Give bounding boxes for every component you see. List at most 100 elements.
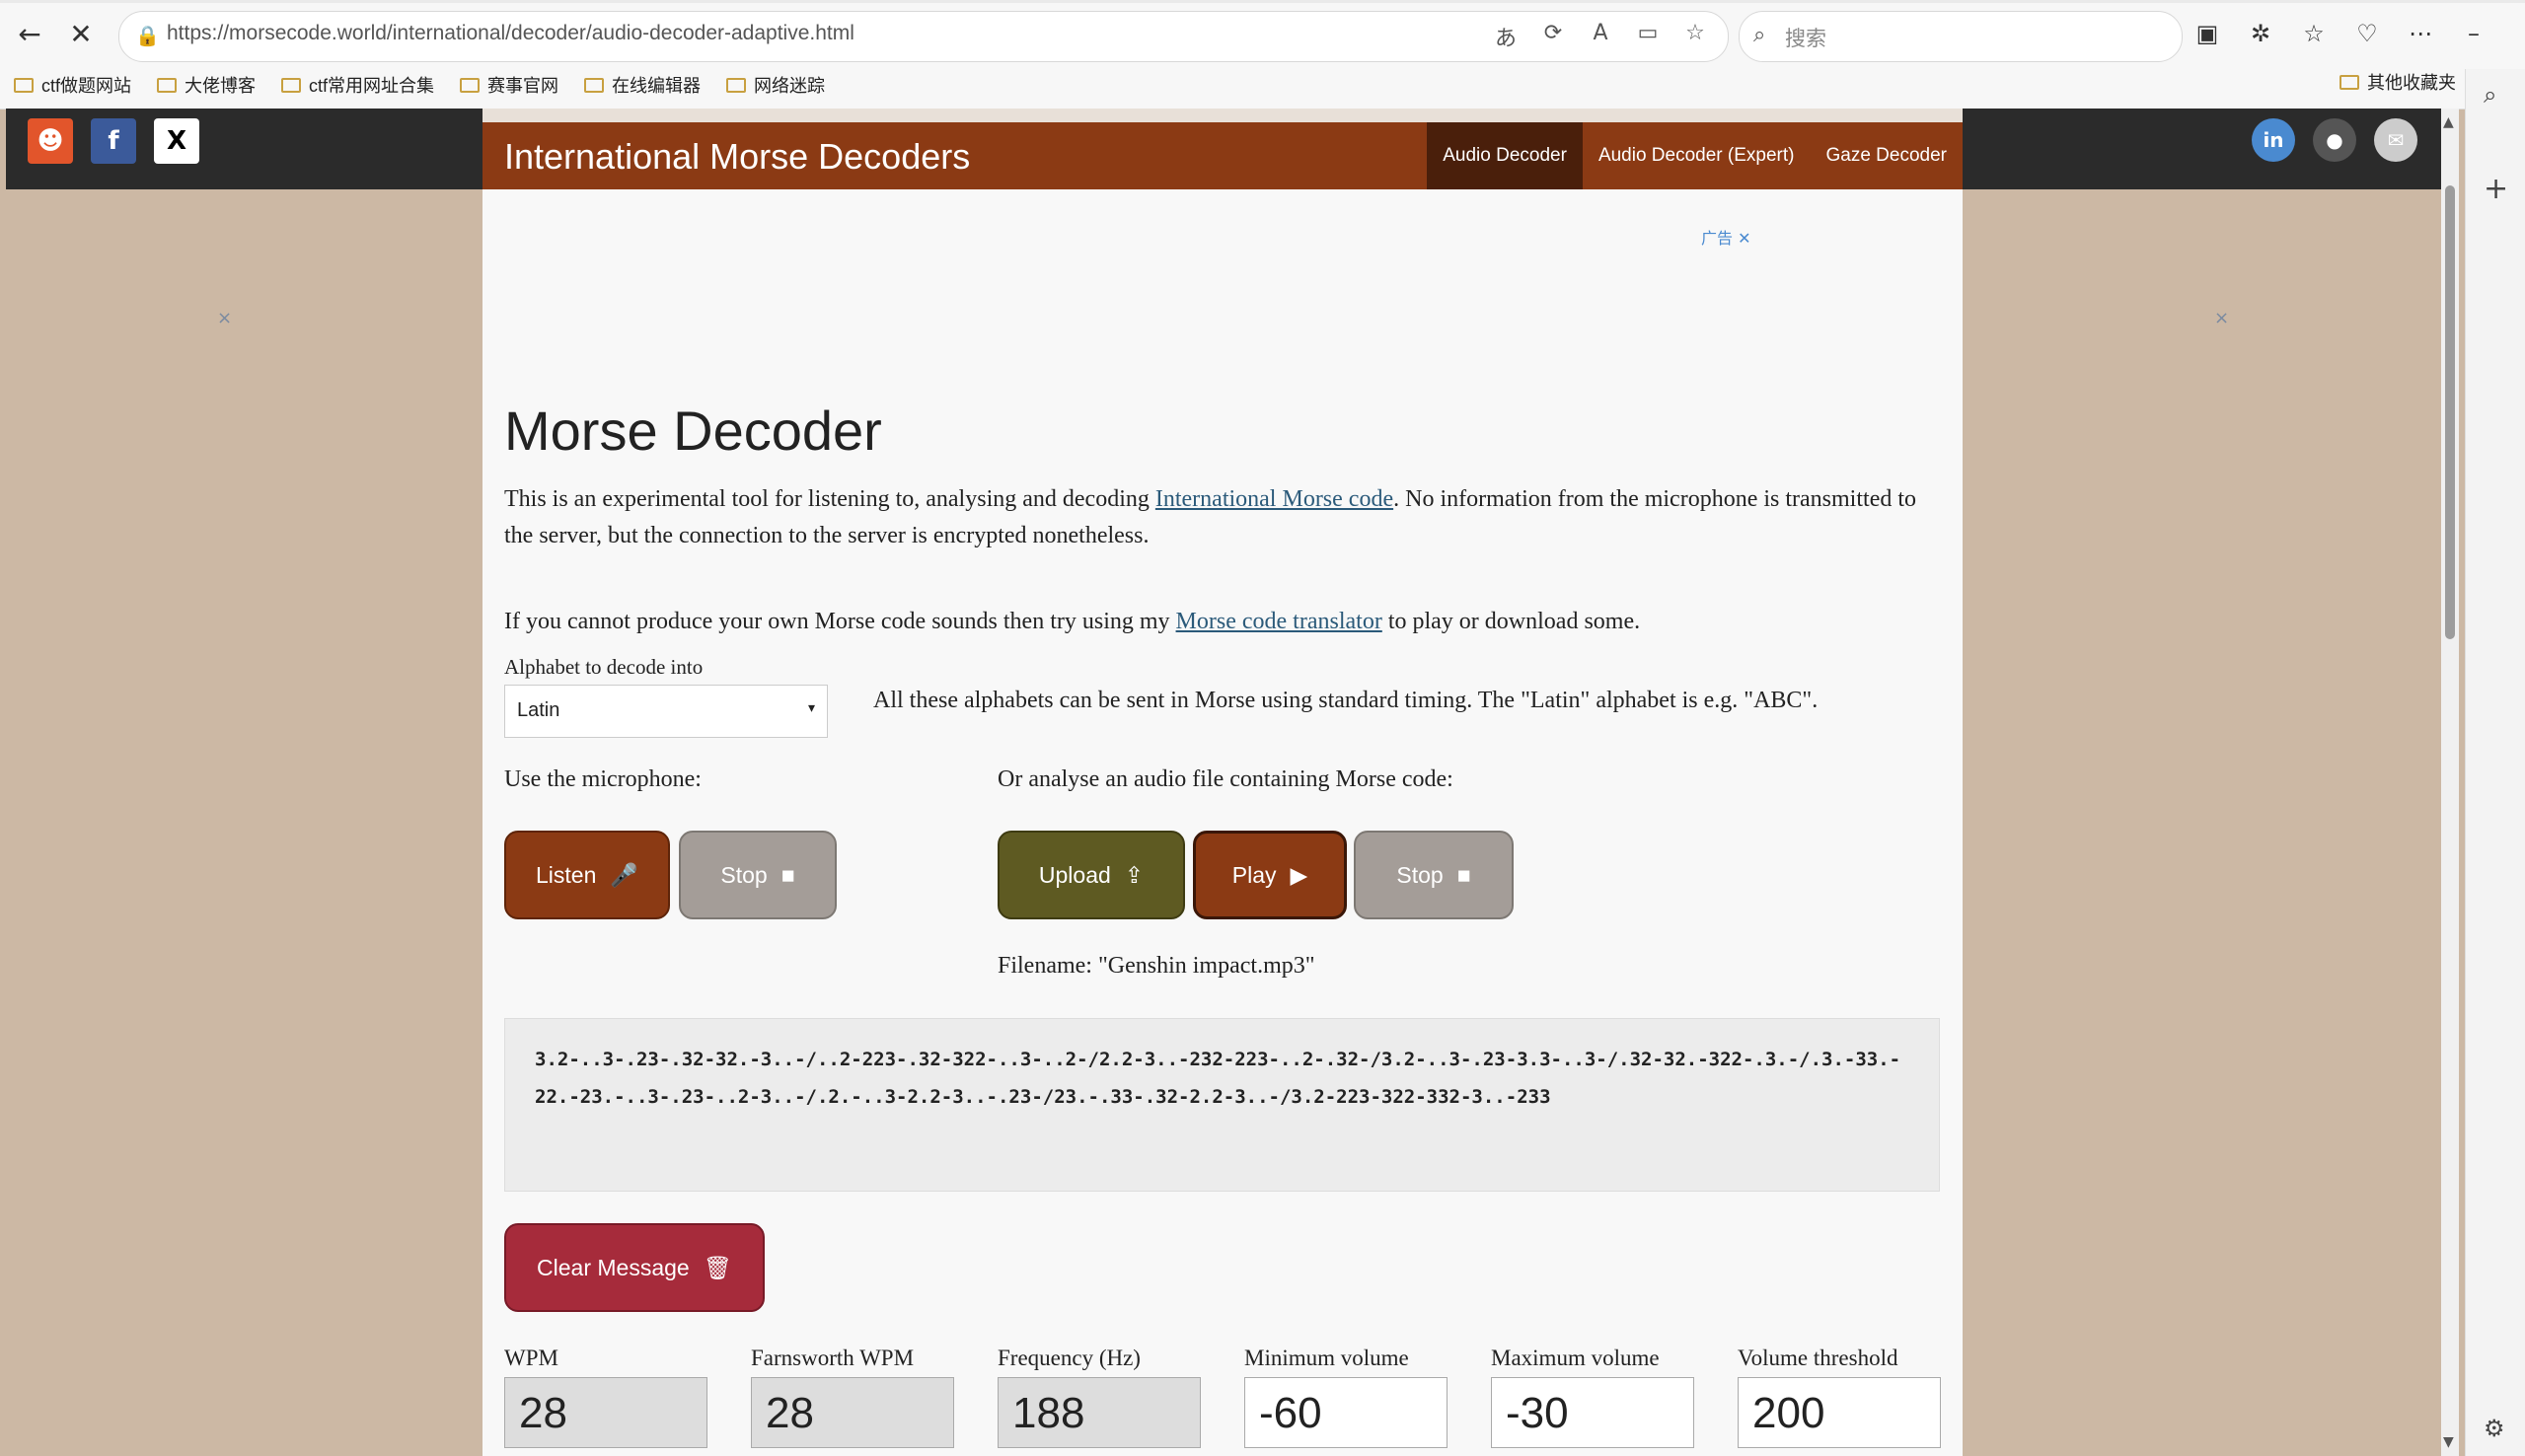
- bookmark-folder[interactable]: 大佬博客: [157, 69, 256, 101]
- lock-icon[interactable]: 🔒: [135, 24, 160, 47]
- clear-message-button[interactable]: Clear Message 🗑: [504, 1223, 765, 1312]
- tab-strip: [0, 0, 2525, 3]
- other-bookmarks[interactable]: 其他收藏夹: [2339, 69, 2456, 95]
- nav-audio-decoder-expert[interactable]: Audio Decoder (Expert): [1583, 122, 1811, 189]
- back-icon[interactable]: ←: [10, 14, 49, 53]
- x-twitter-icon[interactable]: X: [154, 118, 199, 164]
- side-ad-close-icon[interactable]: ×: [2214, 308, 2229, 328]
- site-header: International Morse Decoders Audio Decod…: [483, 122, 1963, 189]
- min-volume-field: Minimum volume -60: [1244, 1346, 1448, 1448]
- stop-loading-icon[interactable]: ✕: [61, 14, 101, 53]
- alphabet-note: All these alphabets can be sent in Morse…: [873, 688, 1819, 713]
- linkedin-icon[interactable]: in: [2252, 118, 2295, 162]
- browser-search-box[interactable]: ⌕ 搜索: [1739, 11, 2183, 62]
- volume-threshold-input[interactable]: 200: [1738, 1377, 1941, 1448]
- ad-label[interactable]: 广告 ✕: [1701, 225, 1751, 249]
- upload-icon: ⇪: [1124, 861, 1145, 888]
- play-icon: ▶: [1290, 861, 1308, 888]
- folder-icon: [281, 77, 302, 93]
- more-menu-icon[interactable]: ⋯: [2404, 14, 2437, 53]
- frequency-input[interactable]: 188: [998, 1377, 1201, 1448]
- read-aloud-icon[interactable]: A: [1586, 21, 1615, 52]
- alphabet-select[interactable]: Latin ▾: [504, 685, 828, 738]
- browser-essentials-icon[interactable]: ♡: [2350, 14, 2384, 53]
- reddit-icon[interactable]: ☻: [28, 118, 73, 164]
- sidebar-search-icon[interactable]: ⌕: [2484, 81, 2496, 109]
- farnsworth-input[interactable]: 28: [751, 1377, 954, 1448]
- page-title: Morse Decoder: [504, 400, 882, 462]
- address-bar[interactable]: 🔒 https://morsecode.world/international/…: [118, 11, 1729, 62]
- scroll-thumb[interactable]: [2445, 185, 2455, 639]
- alphabet-value: Latin: [517, 699, 560, 721]
- volume-threshold-label: Volume threshold: [1738, 1346, 1898, 1370]
- bookmark-folder[interactable]: 网络迷踪: [726, 69, 825, 101]
- site-nav: Audio Decoder Audio Decoder (Expert) Gaz…: [1427, 122, 1963, 189]
- bookmark-folder[interactable]: 在线编辑器: [584, 69, 701, 101]
- alphabet-label: Alphabet to decode into: [504, 655, 704, 679]
- file-stop-button[interactable]: Stop ■: [1354, 831, 1514, 919]
- social-share-right: in ● ✉: [2252, 118, 2417, 162]
- trash-icon: 🗑: [703, 1254, 732, 1280]
- max-volume-input[interactable]: -30: [1491, 1377, 1694, 1448]
- folder-icon: [584, 77, 605, 93]
- listen-button[interactable]: Listen 🎤: [504, 831, 670, 919]
- page-scrollbar[interactable]: ▲ ▼: [2441, 109, 2459, 1456]
- wpm-field: WPM 28: [504, 1346, 707, 1448]
- email-icon[interactable]: ✉: [2374, 118, 2417, 162]
- sidebar-settings-icon[interactable]: ⚙: [2484, 1415, 2505, 1442]
- bookmarks-bar: ctf做题网站 大佬博客 ctf常用网址合集 赛事官网 在线编辑器 网络迷踪: [14, 69, 2525, 101]
- browser-sidebar: ⌕ + ⚙: [2465, 69, 2525, 1456]
- folder-icon: [726, 77, 747, 93]
- ad-close-icon[interactable]: ✕: [1738, 229, 1750, 248]
- min-volume-input[interactable]: -60: [1244, 1377, 1448, 1448]
- browser-chrome: ← ✕ 🔒 https://morsecode.world/internatio…: [0, 0, 2525, 109]
- mic-stop-button[interactable]: Stop ■: [679, 831, 837, 919]
- intl-morse-link[interactable]: International Morse code: [1155, 486, 1393, 512]
- url-text[interactable]: https://morsecode.world/international/de…: [167, 22, 854, 45]
- site-title[interactable]: International Morse Decoders: [504, 136, 970, 178]
- folder-icon: [157, 77, 178, 93]
- favorites-icon[interactable]: ☆: [2297, 14, 2331, 53]
- translate-icon[interactable]: あ: [1491, 21, 1521, 52]
- bookmark-folder[interactable]: ctf做题网站: [14, 69, 131, 101]
- upload-button[interactable]: Upload ⇪: [998, 831, 1185, 919]
- scroll-up-icon[interactable]: ▲: [2443, 114, 2454, 130]
- search-placeholder: 搜索: [1785, 28, 1826, 50]
- extensions-icon[interactable]: ✲: [2244, 14, 2277, 53]
- page-content: International Morse Decoders Audio Decod…: [483, 109, 1963, 1456]
- max-volume-label: Maximum volume: [1491, 1346, 1660, 1370]
- folder-icon: [14, 77, 34, 93]
- stop-icon: ■: [780, 861, 795, 888]
- refresh-circle-icon[interactable]: ⟳: [1538, 21, 1568, 52]
- file-label: Or analyse an audio file containing Mors…: [998, 766, 1453, 792]
- facebook-icon[interactable]: f: [91, 118, 136, 164]
- farnsworth-field: Farnsworth WPM 28: [751, 1346, 954, 1448]
- decoded-output-text: 3.2-..3-.23-.32-32.-3..-/..2-223-.32-322…: [535, 1049, 1901, 1108]
- bookmark-folder[interactable]: 赛事官网: [460, 69, 558, 101]
- browser-tool-icons: ▣ ✲ ☆ ♡ ⋯ –: [2191, 14, 2490, 53]
- favorite-star-icon[interactable]: ☆: [1680, 21, 1710, 52]
- address-bar-actions: あ ⟳ A ▭ ☆: [1491, 21, 1710, 52]
- nav-audio-decoder[interactable]: Audio Decoder: [1427, 122, 1583, 189]
- bookmark-folder[interactable]: ctf常用网址合集: [281, 69, 434, 101]
- markdown-icon[interactable]: ▣: [2191, 14, 2224, 53]
- frequency-label: Frequency (Hz): [998, 1346, 1141, 1370]
- immersive-reader-icon[interactable]: ▭: [1633, 21, 1663, 52]
- minimize-icon[interactable]: –: [2457, 14, 2490, 53]
- max-volume-field: Maximum volume -30: [1491, 1346, 1694, 1448]
- nav-gaze-decoder[interactable]: Gaze Decoder: [1810, 122, 1963, 189]
- stop-icon: ■: [1456, 861, 1471, 888]
- volume-threshold-field: Volume threshold 200: [1738, 1346, 1941, 1448]
- sidebar-add-icon[interactable]: +: [2484, 172, 2508, 206]
- translator-link[interactable]: Morse code translator: [1176, 609, 1382, 634]
- scroll-down-icon[interactable]: ▼: [2443, 1434, 2454, 1450]
- side-ad-close-icon[interactable]: ×: [217, 308, 232, 328]
- browser-toolbar: ← ✕ 🔒 https://morsecode.world/internatio…: [0, 9, 2525, 62]
- github-icon[interactable]: ●: [2313, 118, 2356, 162]
- wpm-input[interactable]: 28: [504, 1377, 707, 1448]
- translator-paragraph: If you cannot produce your own Morse cod…: [504, 609, 1641, 634]
- play-button[interactable]: Play ▶: [1193, 831, 1347, 919]
- intro-paragraph: This is an experimental tool for listeni…: [504, 486, 1917, 548]
- farnsworth-label: Farnsworth WPM: [751, 1346, 915, 1370]
- wpm-label: WPM: [504, 1346, 558, 1370]
